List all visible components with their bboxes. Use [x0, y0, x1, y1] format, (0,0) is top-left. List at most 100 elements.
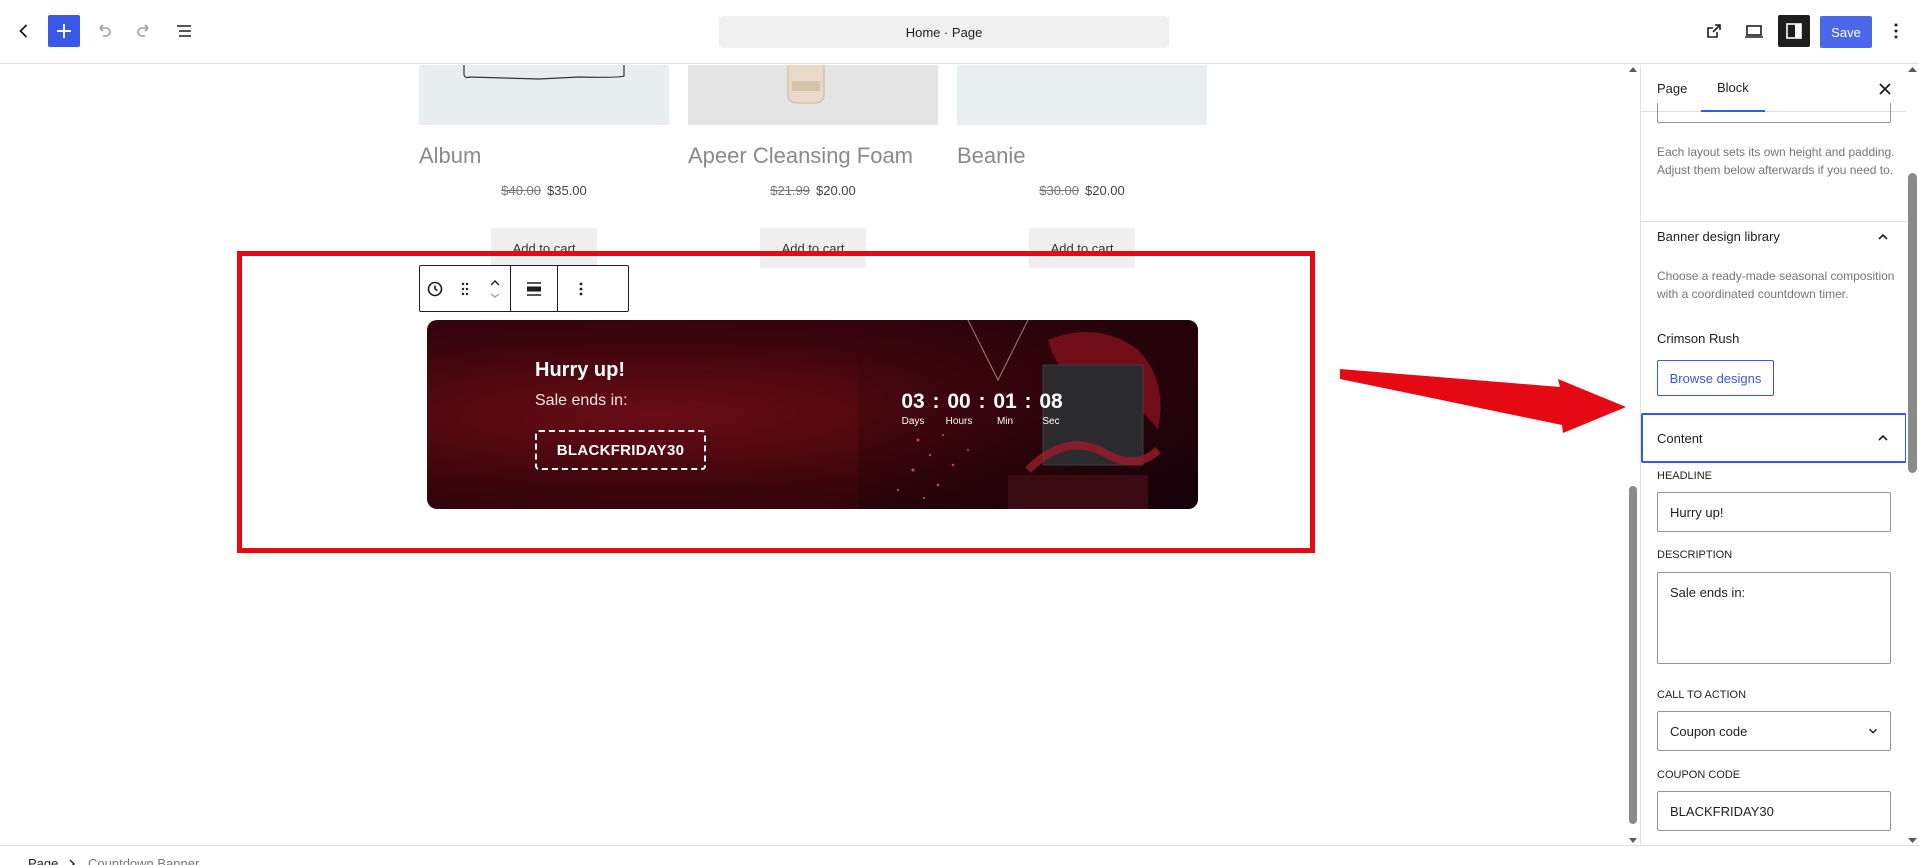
- coupon-code-label: COUPON CODE: [1657, 769, 1741, 781]
- redo-icon: [137, 24, 149, 37]
- close-icon[interactable]: [1873, 77, 1897, 101]
- countdown-label: Min: [996, 416, 1014, 427]
- external-link-icon: [1707, 24, 1721, 38]
- block-options-button[interactable]: [566, 266, 596, 311]
- chevron-right-icon: [69, 859, 75, 865]
- browse-designs-button[interactable]: Browse designs: [1657, 360, 1774, 396]
- redo-button[interactable]: [128, 15, 160, 47]
- canvas-scrollbar[interactable]: [1627, 65, 1639, 845]
- save-button[interactable]: Save: [1820, 16, 1872, 48]
- countdown-label: Days: [901, 416, 925, 427]
- product-image[interactable]: [419, 65, 669, 125]
- countdown-value: 00: [947, 390, 971, 413]
- description-label: DESCRIPTION: [1657, 549, 1733, 561]
- countdown-banner[interactable]: Hurry up! Sale ends in: BLACKFRIDAY30 03…: [427, 320, 1198, 509]
- chevron-left-icon: [19, 24, 28, 38]
- product-title[interactable]: Apeer Cleansing Foam: [688, 143, 913, 169]
- countdown-hours: 00 Hours: [945, 390, 973, 427]
- panel-title-banner-library[interactable]: Banner design library: [1657, 229, 1780, 244]
- countdown-value: 08: [1039, 390, 1063, 413]
- align-button[interactable]: [519, 266, 549, 311]
- document-title[interactable]: Home · Page: [719, 16, 1169, 48]
- desktop-icon: [1745, 25, 1763, 38]
- product-price: $40.00 $35.00: [419, 183, 669, 198]
- countdown-separator: :: [978, 390, 986, 413]
- product-old-price: $30.00: [1039, 183, 1079, 198]
- headline-input[interactable]: Hurry up!: [1657, 492, 1891, 532]
- layout-help-text: Each layout sets its own height and padd…: [1657, 145, 1895, 177]
- product-price: $30.00 $20.00: [957, 183, 1207, 198]
- countdown-seconds: 08 Sec: [1037, 390, 1065, 427]
- preview-device-button[interactable]: [1738, 15, 1770, 47]
- product-price: $21.99 $20.00: [688, 183, 938, 198]
- call-to-action-select[interactable]: Coupon code: [1657, 711, 1891, 751]
- countdown-value: 01: [993, 390, 1017, 413]
- breadcrumb-item[interactable]: Page: [28, 856, 58, 865]
- undo-button[interactable]: [88, 15, 120, 47]
- settings-sidebar: Page Block Each layout sets its own heig…: [1640, 65, 1906, 845]
- panel-divider: [1641, 221, 1906, 222]
- block-toolbar: [419, 265, 629, 312]
- layout-select-field[interactable]: [1657, 103, 1891, 123]
- block-inserter-button[interactable]: [48, 15, 80, 47]
- product-old-price: $21.99: [770, 183, 810, 198]
- align-wide-icon: [527, 281, 541, 296]
- clock-icon: [427, 281, 443, 296]
- settings-toggle-button[interactable]: [1778, 15, 1810, 47]
- chevron-up-down-icon: [490, 279, 500, 298]
- product-sale-price: $20.00: [816, 183, 856, 198]
- chevron-up-icon[interactable]: [1875, 229, 1891, 245]
- description-textarea[interactable]: Sale ends in:: [1657, 572, 1891, 664]
- library-help-text: Choose a ready-made seasonal composition…: [1657, 269, 1895, 301]
- product-card: Album $40.00 $35.00 Add to cart: [419, 65, 669, 268]
- countdown-timer: 03 Days : 00 Hours : 01 Min : 08 Sec: [899, 390, 1065, 427]
- options-menu-button[interactable]: [1880, 15, 1912, 47]
- product-image[interactable]: [957, 65, 1207, 125]
- countdown-label: Sec: [1042, 416, 1060, 427]
- call-to-action-label: CALL TO ACTION: [1657, 689, 1747, 701]
- more-vertical-icon: [579, 282, 583, 295]
- chevron-up-icon: [1878, 434, 1888, 441]
- product-title[interactable]: Album: [419, 143, 481, 169]
- back-button[interactable]: [8, 15, 40, 47]
- countdown-days: 03 Days: [899, 390, 927, 427]
- view-page-button[interactable]: [1698, 15, 1730, 47]
- countdown-minutes: 01 Min: [991, 390, 1019, 427]
- product-card: Beanie $30.00 $20.00 Add to cart: [957, 65, 1207, 268]
- countdown-label: Hours: [945, 416, 973, 427]
- block-toolbar-group: [511, 266, 558, 311]
- plus-icon: [57, 24, 71, 38]
- banner-headline[interactable]: Hurry up!: [535, 359, 625, 382]
- breadcrumb-item[interactable]: Countdown Banner: [88, 856, 199, 865]
- countdown-value: 03: [901, 390, 925, 413]
- editor-header: Home · Page Save: [0, 0, 1919, 64]
- move-up-down-control[interactable]: [480, 266, 510, 311]
- block-toolbar-group: [420, 266, 511, 311]
- editor-canvas: Album $40.00 $35.00 Add to cart Apeer Cle…: [0, 65, 1628, 845]
- current-design-name: Crimson Rush: [1657, 331, 1740, 346]
- list-view-icon: [177, 25, 191, 37]
- undo-icon: [99, 24, 111, 37]
- product-sale-price: $35.00: [547, 183, 587, 198]
- countdown-separator: :: [932, 390, 940, 413]
- product-sale-price: $20.00: [1085, 183, 1125, 198]
- product-image[interactable]: [688, 65, 938, 125]
- panel-title-content: Content: [1657, 431, 1703, 446]
- product-title[interactable]: Beanie: [957, 143, 1026, 169]
- sidebar-scrollbar[interactable]: [1906, 65, 1919, 845]
- chevron-down-icon: [1869, 728, 1877, 734]
- banner-description[interactable]: Sale ends in:: [535, 392, 628, 410]
- annotation-arrow-icon: [1340, 369, 1626, 433]
- block-type-button[interactable]: [420, 266, 450, 311]
- countdown-separator: :: [1024, 390, 1032, 413]
- banner-coupon-code[interactable]: BLACKFRIDAY30: [535, 430, 706, 470]
- call-to-action-value: Coupon code: [1670, 723, 1748, 739]
- product-card: Apeer Cleansing Foam $21.99 $20.00 Add to…: [688, 65, 938, 268]
- coupon-code-input[interactable]: BLACKFRIDAY30: [1657, 791, 1891, 831]
- drag-handle-icon: [461, 282, 469, 295]
- product-old-price: $40.00: [501, 183, 541, 198]
- drag-handle[interactable]: [450, 266, 480, 311]
- block-breadcrumb-bar: Page Countdown Banner: [0, 845, 1919, 865]
- document-overview-button[interactable]: [168, 15, 200, 47]
- panel-header-content[interactable]: Content: [1641, 413, 1906, 463]
